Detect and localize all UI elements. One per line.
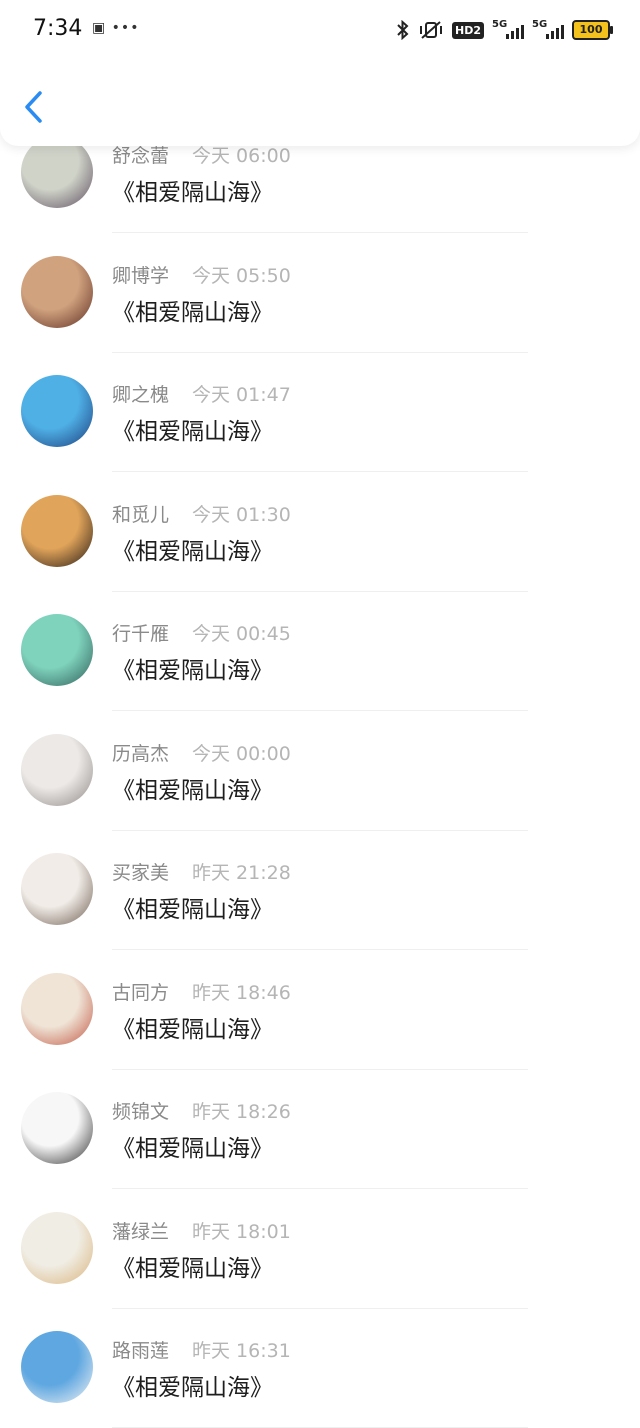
avatar[interactable] <box>21 494 93 567</box>
avatar[interactable] <box>21 853 93 925</box>
list-item[interactable]: 买家美 昨天 21:28 《相爱隔山海》 <box>0 831 640 950</box>
bluetooth-icon <box>397 20 409 40</box>
message-text: 《相爱隔山海》 <box>112 658 273 684</box>
avatar[interactable] <box>21 1211 93 1284</box>
list-item[interactable]: 频锦文 昨天 18:26 《相爱隔山海》 <box>0 1070 640 1189</box>
message-text: 《相爱隔山海》 <box>112 1375 273 1401</box>
list-item[interactable]: 古同方 昨天 18:46 《相爱隔山海》 <box>0 951 640 1070</box>
message-list: 舒念蕾 今天 06:00 《相爱隔山海》 卿博学 今天 05:50 《相爱隔山海》 卿之槐今… <box>0 0 640 1428</box>
list-item[interactable]: 路雨莲 昨天 16:31 《相爱隔山海》 <box>0 1309 640 1428</box>
message-text: 《相爱隔山海》 <box>112 1136 273 1162</box>
status-indicators: HD2 5G 5G 100 <box>396 18 613 42</box>
battery-icon: 100 <box>572 20 613 40</box>
list-item[interactable]: 和觅儿 今天 01:30 《相爱隔山海》 <box>0 473 640 592</box>
sender-name: 古同方 <box>112 981 170 1004</box>
vibrate-off-icon <box>420 21 442 39</box>
avatar[interactable] <box>21 136 93 208</box>
message-text: 《相爱隔山海》 <box>112 299 273 326</box>
nav-bar <box>0 60 640 146</box>
chevron-left-icon[interactable] <box>20 90 48 124</box>
list-item[interactable]: 历高杰 今天 00:00 《相爱隔山海》 <box>0 712 640 831</box>
sender-name: 买家美 <box>112 862 170 884</box>
list-item[interactable]: 藩绿兰 昨天 18:01 《相爱隔山海》 <box>0 1190 640 1309</box>
list-item[interactable]: 行千雁 今天 00:45 《相爱隔山海》 <box>0 592 640 711</box>
sender-name: 藩绿兰 <box>112 1220 170 1243</box>
message-time: 昨天 18:46 <box>192 981 291 1004</box>
message-time: 昨天 18:01 <box>192 1220 291 1243</box>
message-time: 今天 01:30 <box>192 503 291 526</box>
message-text: 《相爱隔山海》 <box>112 897 273 923</box>
message-text: 《相爱隔山海》 <box>112 180 273 206</box>
sender-name: 历高杰 <box>112 742 170 765</box>
message-time: 今天 01:47 <box>192 384 291 406</box>
message-time: 昨天 16:31 <box>192 1340 291 1362</box>
notification-icons: ▣ ••• <box>92 20 140 36</box>
message-time: 昨天 21:28 <box>192 862 291 884</box>
status-bar: 7:34 ▣ ••• HD2 5G 5G 100 <box>0 0 640 60</box>
sender-name: 卿博学 <box>112 264 170 287</box>
message-text: 《相爱隔山海》 <box>112 419 273 445</box>
signal-sim1-icon: 5G <box>492 19 524 39</box>
message-time: 今天 00:45 <box>192 623 291 645</box>
status-time: 7:34 <box>33 16 83 41</box>
message-text: 《相爱隔山海》 <box>112 1255 273 1282</box>
sender-name: 和觅儿 <box>112 503 170 526</box>
signal-sim2-icon: 5G <box>532 19 564 39</box>
list-item[interactable]: 卿之槐 今天 01:47 《相爱隔山海》 <box>0 353 640 472</box>
avatar[interactable] <box>21 255 93 328</box>
avatar[interactable] <box>21 614 93 686</box>
message-text: 《相爱隔山海》 <box>112 538 273 565</box>
sender-name: 卿之槐 <box>112 384 170 406</box>
message-time: 今天 05:50 <box>192 264 291 287</box>
message-text: 《相爱隔山海》 <box>112 1016 273 1043</box>
avatar[interactable] <box>21 1331 93 1403</box>
message-time: 昨天 18:26 <box>192 1101 291 1123</box>
list-item[interactable]: 卿博学 今天 05:50 《相爱隔山海》 <box>0 234 640 353</box>
avatar[interactable] <box>21 733 93 806</box>
avatar[interactable] <box>21 972 93 1045</box>
sender-name: 路雨莲 <box>112 1340 170 1362</box>
sender-name: 频锦文 <box>112 1101 170 1123</box>
message-text: 《相爱隔山海》 <box>112 777 273 804</box>
sender-name: 行千雁 <box>112 623 170 645</box>
avatar[interactable] <box>21 375 93 447</box>
message-time: 今天 00:00 <box>192 742 291 765</box>
avatar[interactable] <box>21 1092 93 1164</box>
hd-badge: HD2 <box>452 21 484 39</box>
